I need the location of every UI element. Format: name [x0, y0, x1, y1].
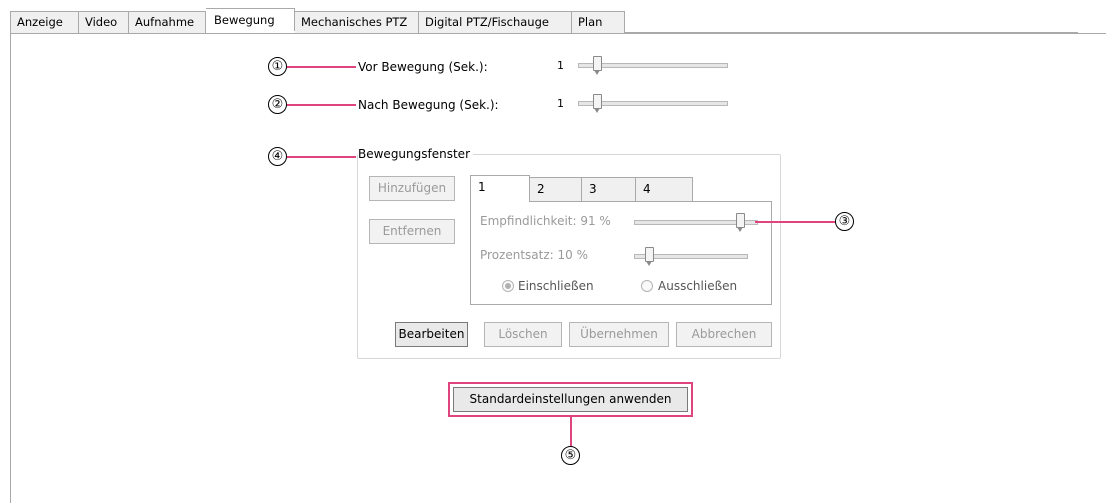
tab-plan[interactable]: Plan — [572, 11, 625, 33]
window-tab-3[interactable]: 3 — [581, 177, 636, 202]
edit-button[interactable]: Bearbeiten — [395, 322, 468, 347]
callout-5: ⑤ — [561, 446, 580, 465]
window-tab-2[interactable]: 2 — [529, 177, 582, 202]
pre-motion-slider-thumb[interactable] — [593, 56, 602, 75]
post-motion-label: Nach Bewegung (Sek.): — [358, 98, 499, 112]
callout-2: ② — [268, 95, 287, 114]
exclude-radio[interactable] — [641, 280, 653, 292]
tab-digital-ptz[interactable]: Digital PTZ/Fischauge — [419, 11, 572, 33]
tab-anzeige[interactable]: Anzeige — [10, 11, 79, 33]
add-button[interactable]: Hinzufügen — [369, 176, 455, 201]
window-tab-4[interactable]: 4 — [635, 177, 693, 202]
sensitivity-label: Empfindlichkeit: 91 % — [480, 214, 611, 228]
motion-window-title: Bewegungsfenster — [358, 147, 473, 161]
pre-motion-value: 1 — [557, 59, 564, 72]
cancel-button[interactable]: Abbrechen — [676, 322, 772, 347]
tab-aufnahme[interactable]: Aufnahme — [129, 11, 206, 33]
tab-mechanisches-ptz[interactable]: Mechanisches PTZ — [295, 11, 419, 33]
apply-button[interactable]: Übernehmen — [569, 322, 669, 347]
percentage-slider-thumb[interactable] — [645, 247, 654, 266]
callout-2-line — [287, 104, 356, 106]
callout-4-line — [287, 156, 356, 158]
post-motion-slider-thumb[interactable] — [593, 94, 602, 113]
delete-button[interactable]: Löschen — [484, 322, 562, 347]
post-motion-value: 1 — [557, 97, 564, 110]
remove-button[interactable]: Entfernen — [369, 219, 455, 244]
pre-motion-label: Vor Bewegung (Sek.): — [358, 60, 488, 74]
percentage-label: Prozentsatz: 10 % — [480, 248, 588, 262]
callout-4: ④ — [268, 147, 287, 166]
callout-1: ① — [268, 57, 287, 76]
callout-1-line — [287, 66, 356, 68]
window-tab-1[interactable]: 1 — [470, 175, 530, 202]
tab-bewegung[interactable]: Bewegung — [206, 8, 295, 31]
callout-3-line — [755, 221, 835, 223]
apply-defaults-button[interactable]: Standardeinstellungen anwenden — [453, 387, 688, 412]
sensitivity-slider-thumb[interactable] — [736, 213, 745, 232]
exclude-label: Ausschließen — [658, 279, 738, 293]
tab-bar: Anzeige Video Aufnahme Bewegung Mechanis… — [10, 8, 1078, 33]
include-radio[interactable] — [502, 280, 514, 292]
include-label: Einschließen — [518, 279, 594, 293]
callout-3: ③ — [835, 212, 854, 231]
tab-video[interactable]: Video — [79, 11, 129, 33]
callout-5-line — [570, 417, 572, 446]
